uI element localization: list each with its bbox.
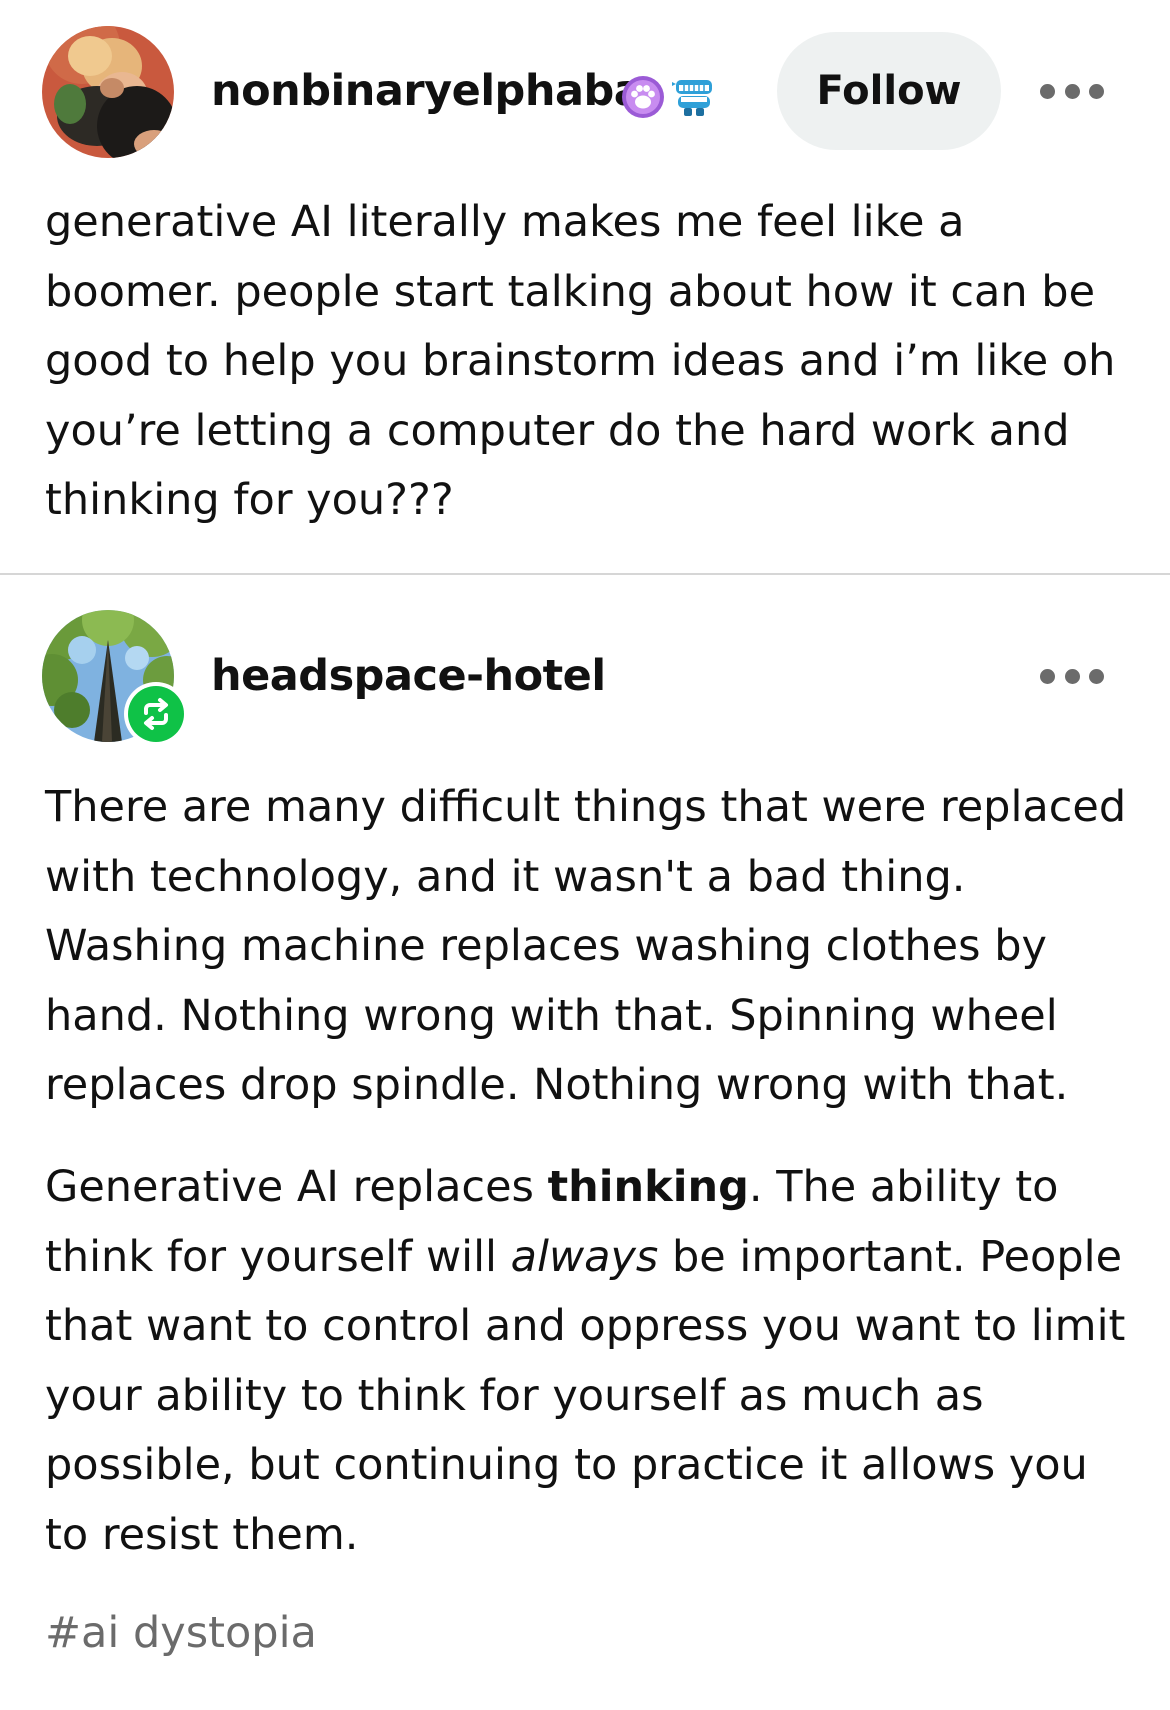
chattering-teeth-badge-icon [672, 80, 712, 116]
bold-text: thinking [547, 1162, 749, 1212]
italic-text: always [510, 1231, 659, 1282]
tag-ai-dystopia[interactable]: #ai dystopia [45, 1612, 317, 1655]
more-dot [1089, 668, 1104, 684]
more-options-icon[interactable] [1040, 664, 1104, 688]
paragraph-text: Generative AI replaces [45, 1162, 548, 1212]
original-post-text: generative AI literally makes me feel li… [45, 197, 1116, 525]
username-headspace-hotel[interactable]: headspace-hotel [211, 655, 606, 698]
post-divider [0, 573, 1170, 575]
more-dot [1040, 668, 1055, 684]
paw-badge-icon [622, 76, 664, 118]
more-dot [1064, 83, 1080, 99]
more-options-icon[interactable] [1040, 79, 1104, 103]
more-dot [1064, 668, 1080, 684]
reblog-badge [124, 682, 188, 746]
reblog-icon [144, 698, 168, 730]
follow-button[interactable]: Follow [777, 32, 1001, 150]
avatar-nonbinaryelphaba[interactable] [42, 26, 174, 158]
reblog-paragraph-1: There are many difficult things that wer… [45, 782, 1127, 1110]
more-dot [1089, 83, 1104, 99]
reblog-paragraph-2: Generative AI replaces thinking. The abi… [45, 1153, 1135, 1570]
more-dot [1040, 83, 1055, 99]
username-nonbinaryelphaba[interactable]: nonbinaryelphaba [211, 70, 643, 113]
